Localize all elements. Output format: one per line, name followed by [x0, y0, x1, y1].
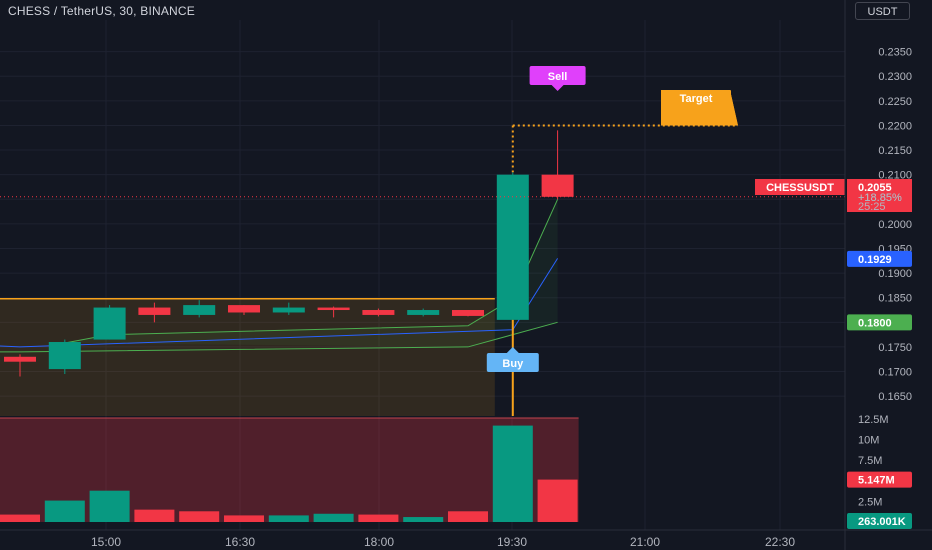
volume-bar[interactable]	[537, 479, 578, 522]
price-tick-label: 0.1700	[878, 367, 912, 379]
candle-body[interactable]	[272, 307, 305, 313]
time-tick-label: 19:30	[497, 535, 527, 549]
volume-bar[interactable]	[268, 515, 309, 522]
candle-body[interactable]	[138, 307, 171, 315]
volume-bar[interactable]	[134, 509, 175, 522]
volume-bar[interactable]	[179, 511, 220, 522]
candle-body[interactable]	[452, 310, 484, 316]
time-tick-label: 18:00	[364, 535, 394, 549]
time-tick-label: 16:30	[225, 535, 255, 549]
candle-body[interactable]	[362, 310, 395, 315]
time-tick-label: 22:30	[765, 535, 795, 549]
volume-background	[0, 418, 579, 522]
price-tick-label: 0.2000	[878, 219, 912, 231]
volume-bar[interactable]	[448, 511, 488, 522]
volume-green-label: 263.001K	[858, 516, 906, 528]
currency-button[interactable]: USDT	[855, 2, 910, 20]
green-level-label: 0.1800	[858, 317, 892, 329]
price-tick-label: 0.2300	[878, 71, 912, 83]
volume-bar[interactable]	[403, 517, 444, 522]
blue-level-label: 0.1929	[858, 254, 892, 266]
buy-label: Buy	[502, 358, 524, 370]
change-pct-label-top: +18.85%	[858, 192, 902, 204]
volume-bar[interactable]	[313, 513, 354, 522]
candle-body[interactable]	[48, 342, 81, 370]
candle-body[interactable]	[228, 305, 260, 313]
symbol-tag-label: CHESSUSDT	[766, 182, 834, 194]
target-label: Target	[680, 93, 713, 105]
volume-bar[interactable]	[0, 514, 40, 522]
volume-bar[interactable]	[44, 500, 85, 522]
volume-tick-label: 12.5M	[858, 414, 889, 426]
price-tick-label: 0.2250	[878, 96, 912, 108]
volume-tick-label: 2.5M	[858, 496, 882, 508]
price-chart[interactable]: Sell Buy Target 0.2350 0.2300 0.2250 0.2200 0.2…	[0, 0, 932, 550]
volume-bar[interactable]	[492, 425, 533, 522]
price-tick-label: 0.2200	[878, 120, 912, 132]
price-tick-label: 0.1750	[878, 342, 912, 354]
volume-tick-label: 7.5M	[858, 455, 882, 467]
candle-body[interactable]	[4, 356, 36, 362]
candle-body[interactable]	[93, 307, 126, 340]
volume-bar[interactable]	[358, 514, 399, 522]
time-tick-label: 15:00	[91, 535, 121, 549]
price-tick-label: 0.1900	[878, 268, 912, 280]
candle-body[interactable]	[183, 305, 216, 315]
sell-badge-pointer	[551, 85, 564, 91]
candle-body[interactable]	[541, 174, 574, 197]
candle-body[interactable]	[317, 307, 350, 311]
sell-label: Sell	[548, 71, 568, 83]
volume-red-label: 5.147M	[858, 475, 895, 487]
symbol-title[interactable]: CHESS / TetherUS, 30, BINANCE	[8, 4, 195, 18]
volume-bar[interactable]	[224, 515, 264, 522]
price-tick-label: 0.1850	[878, 293, 912, 305]
price-tick-label: 0.2350	[878, 47, 912, 59]
buy-badge-pointer	[506, 347, 519, 353]
candle-body[interactable]	[407, 310, 440, 315]
time-tick-label: 21:00	[630, 535, 660, 549]
volume-tick-label: 10M	[858, 435, 879, 447]
price-tick-label: 0.2150	[878, 145, 912, 157]
price-tick-label: 0.1650	[878, 391, 912, 403]
volume-bar[interactable]	[89, 490, 130, 522]
